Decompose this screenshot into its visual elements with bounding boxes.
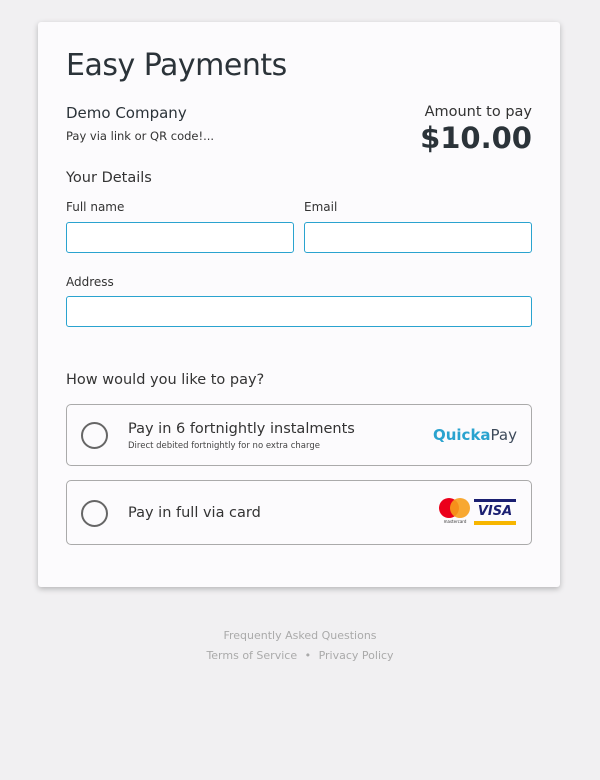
quickapay-logo: QuickaPay — [432, 426, 517, 444]
email-label: Email — [304, 200, 338, 214]
address-input[interactable] — [66, 296, 532, 327]
page-title: Easy Payments — [66, 48, 287, 83]
mastercard-icon: mastercard — [439, 498, 471, 526]
email-input[interactable] — [304, 222, 532, 253]
terms-link[interactable]: Terms of Service — [206, 649, 297, 662]
faq-link[interactable]: Frequently Asked Questions — [0, 629, 600, 642]
privacy-link[interactable]: Privacy Policy — [319, 649, 394, 662]
separator: • — [304, 649, 312, 662]
company-name: Demo Company — [66, 104, 187, 122]
visa-icon: VISA — [474, 499, 516, 526]
radio-card[interactable] — [81, 500, 108, 527]
payment-card: Easy Payments Demo Company Pay via link … — [38, 22, 560, 587]
full-name-label: Full name — [66, 200, 125, 214]
pay-heading: How would you like to pay? — [66, 372, 265, 388]
address-label: Address — [66, 275, 114, 289]
full-name-input[interactable] — [66, 222, 294, 253]
radio-instalments[interactable] — [81, 422, 108, 449]
option-title: Pay in full via card — [128, 505, 261, 521]
payment-description: Pay via link or QR code!... — [66, 129, 215, 143]
details-heading: Your Details — [66, 170, 152, 186]
amount-value: $10.00 — [420, 121, 532, 155]
option-title: Pay in 6 fortnightly instalments — [128, 421, 355, 437]
option-instalments[interactable]: Pay in 6 fortnightly instalments Direct … — [66, 404, 532, 466]
option-card[interactable]: Pay in full via card mastercard VISA — [66, 480, 532, 545]
footer-links: Terms of Service • Privacy Policy — [0, 649, 600, 662]
amount-label: Amount to pay — [424, 104, 532, 120]
option-subtitle: Direct debited fortnightly for no extra … — [128, 441, 320, 451]
